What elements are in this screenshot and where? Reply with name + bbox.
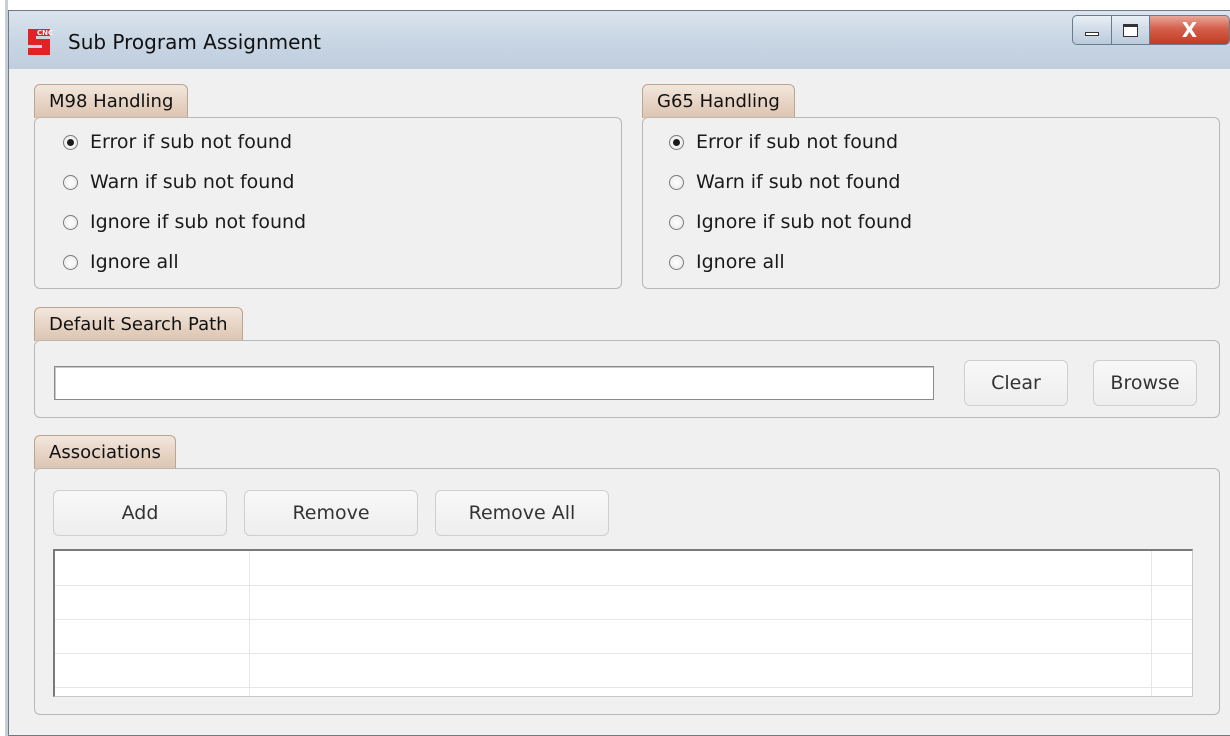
g65-handling-group: Error if sub not found Warn if sub not f…: [642, 117, 1220, 289]
radio-button[interactable]: [669, 254, 684, 270]
table-column-divider: [249, 551, 250, 696]
associations-table[interactable]: [53, 549, 1193, 697]
m98-option-warn[interactable]: Warn if sub not found: [63, 171, 294, 193]
browse-button[interactable]: Browse: [1093, 360, 1197, 406]
minimize-button[interactable]: [1072, 15, 1112, 45]
close-button[interactable]: X: [1150, 15, 1230, 45]
table-column-divider: [1151, 551, 1152, 696]
g65-option-ignore-if[interactable]: Ignore if sub not found: [669, 211, 912, 233]
close-icon: X: [1181, 18, 1198, 42]
window-left-edge: [0, 0, 8, 736]
remove-all-button[interactable]: Remove All: [435, 490, 609, 536]
radio-label: Error if sub not found: [90, 131, 293, 153]
radio-label: Ignore if sub not found: [696, 211, 913, 233]
radio-label: Ignore all: [90, 251, 179, 273]
app-logo-icon: CNC: [24, 27, 56, 57]
m98-option-ignore-if[interactable]: Ignore if sub not found: [63, 211, 306, 233]
table-row-divider: [55, 687, 1192, 688]
dialog-window: CNC Sub Program Assignment X M98 Handlin…: [8, 10, 1230, 736]
radio-label: Warn if sub not found: [90, 171, 295, 193]
m98-option-ignore-all[interactable]: Ignore all: [63, 251, 179, 273]
g65-group-tab: G65 Handling: [642, 84, 795, 118]
table-row-divider: [55, 653, 1192, 654]
radio-button[interactable]: [63, 254, 78, 270]
remove-button[interactable]: Remove: [244, 490, 418, 536]
search-path-input[interactable]: [54, 366, 934, 400]
maximize-icon: [1123, 23, 1138, 37]
associations-group-tab: Associations: [34, 435, 176, 469]
maximize-button[interactable]: [1112, 15, 1150, 45]
radio-button[interactable]: [669, 134, 684, 150]
minimize-icon: [1085, 32, 1099, 36]
m98-option-error[interactable]: Error if sub not found: [63, 131, 292, 153]
search-path-group-tab: Default Search Path: [34, 307, 243, 341]
table-row-divider: [55, 585, 1192, 586]
radio-label: Warn if sub not found: [696, 171, 901, 193]
radio-label: Ignore all: [696, 251, 785, 273]
radio-button[interactable]: [63, 214, 78, 230]
caption-buttons: X: [1072, 15, 1230, 45]
radio-label: Error if sub not found: [696, 131, 899, 153]
radio-label: Ignore if sub not found: [90, 211, 307, 233]
table-row-divider: [55, 619, 1192, 620]
m98-group-tab: M98 Handling: [34, 84, 189, 118]
clear-button[interactable]: Clear: [964, 360, 1068, 406]
associations-group: Add Remove Remove All: [34, 468, 1220, 715]
g65-option-ignore-all[interactable]: Ignore all: [669, 251, 785, 273]
g65-option-warn[interactable]: Warn if sub not found: [669, 171, 900, 193]
title-bar[interactable]: CNC Sub Program Assignment X: [9, 11, 1230, 69]
dialog-content: M98 Handling Error if sub not found Warn…: [9, 69, 1230, 736]
add-button[interactable]: Add: [53, 490, 227, 536]
radio-button[interactable]: [63, 134, 78, 150]
radio-button[interactable]: [669, 174, 684, 190]
search-path-group: Clear Browse: [34, 340, 1220, 418]
radio-button[interactable]: [669, 214, 684, 230]
g65-option-error[interactable]: Error if sub not found: [669, 131, 898, 153]
m98-handling-group: Error if sub not found Warn if sub not f…: [34, 117, 622, 289]
window-title: Sub Program Assignment: [68, 30, 321, 54]
radio-button[interactable]: [63, 174, 78, 190]
app-logo-text: CNC: [37, 29, 53, 37]
